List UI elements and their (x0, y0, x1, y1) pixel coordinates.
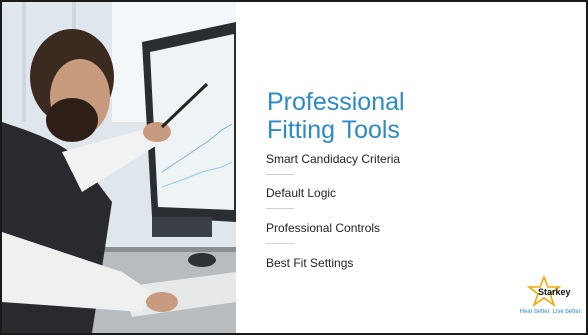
list-item-best-fit: Best Fit Settings (266, 256, 354, 270)
office-photo-illustration (2, 2, 236, 333)
list-divider (266, 243, 294, 244)
list-item-default-logic: Default Logic (266, 186, 337, 200)
logo-tagline: Hear better. Live better. (519, 309, 582, 315)
title-line-1: Professional (267, 87, 405, 116)
presentation-slide: Professional Fitting Tools Smart Candida… (0, 0, 588, 335)
hero-photo (2, 2, 236, 333)
list-divider (266, 208, 294, 209)
slide-title: Professional Fitting Tools (267, 88, 567, 144)
list-divider (266, 174, 294, 175)
slide-content: Professional Fitting Tools Smart Candida… (236, 2, 586, 333)
list-item-professional-controls: Professional Controls (266, 221, 381, 235)
starkey-logo: Starkey Hear better. Live better. (510, 275, 582, 321)
title-line-2: Fitting Tools (267, 115, 400, 144)
logo-brand: Starkey (538, 287, 571, 297)
list-item-smart-candidacy: Smart Candidacy Criteria (266, 152, 401, 166)
